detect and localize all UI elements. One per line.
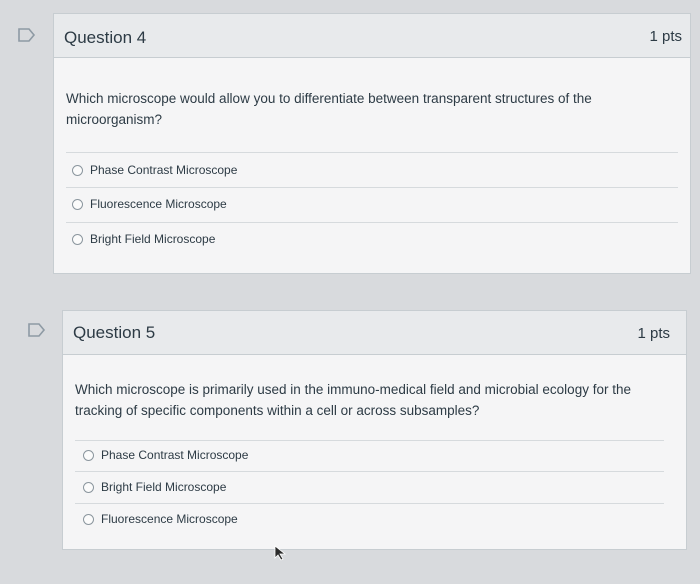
question-5-card: Question 5 1 pts Which microscope is pri… bbox=[62, 310, 687, 550]
flag-question-4-icon[interactable] bbox=[18, 28, 36, 42]
question-4-text: Which microscope would allow you to diff… bbox=[66, 91, 592, 127]
answer-option[interactable]: Phase Contrast Microscope bbox=[83, 445, 248, 465]
answer-label: Bright Field Microscope bbox=[101, 480, 227, 494]
question-4-card: Question 4 1 pts Which microscope would … bbox=[53, 13, 691, 274]
question-4-header bbox=[54, 14, 690, 58]
question-5-header bbox=[63, 311, 686, 355]
mouse-pointer-icon bbox=[274, 545, 288, 566]
answer-label: Bright Field Microscope bbox=[90, 232, 216, 246]
answer-option[interactable]: Phase Contrast Microscope bbox=[72, 160, 237, 180]
answer-option[interactable]: Bright Field Microscope bbox=[83, 477, 226, 497]
divider bbox=[66, 222, 678, 223]
answer-label: Fluorescence Microscope bbox=[101, 512, 238, 526]
answer-option[interactable]: Bright Field Microscope bbox=[72, 229, 215, 249]
divider bbox=[75, 471, 664, 472]
radio-button[interactable] bbox=[83, 513, 94, 525]
answer-label: Phase Contrast Microscope bbox=[90, 163, 238, 177]
flag-question-5-icon[interactable] bbox=[28, 323, 46, 337]
radio-button[interactable] bbox=[72, 164, 83, 176]
question-4-points: 1 pts bbox=[649, 28, 682, 45]
radio-button[interactable] bbox=[83, 449, 94, 461]
radio-button[interactable] bbox=[72, 233, 83, 245]
question-5-title: Question 5 bbox=[73, 323, 156, 342]
question-4-title: Question 4 bbox=[64, 28, 147, 47]
question-5-text: Which microscope is primarily used in th… bbox=[75, 382, 631, 418]
question-5-points: 1 pts bbox=[637, 325, 670, 342]
answer-label: Phase Contrast Microscope bbox=[101, 448, 249, 462]
divider bbox=[75, 503, 664, 504]
radio-button[interactable] bbox=[72, 198, 83, 210]
answer-option[interactable]: Fluorescence Microscope bbox=[72, 194, 227, 214]
answer-option[interactable]: Fluorescence Microscope bbox=[83, 509, 238, 529]
divider bbox=[75, 440, 664, 441]
answer-label: Fluorescence Microscope bbox=[90, 197, 227, 211]
divider bbox=[66, 187, 678, 188]
divider bbox=[66, 152, 678, 153]
radio-button[interactable] bbox=[83, 481, 94, 493]
